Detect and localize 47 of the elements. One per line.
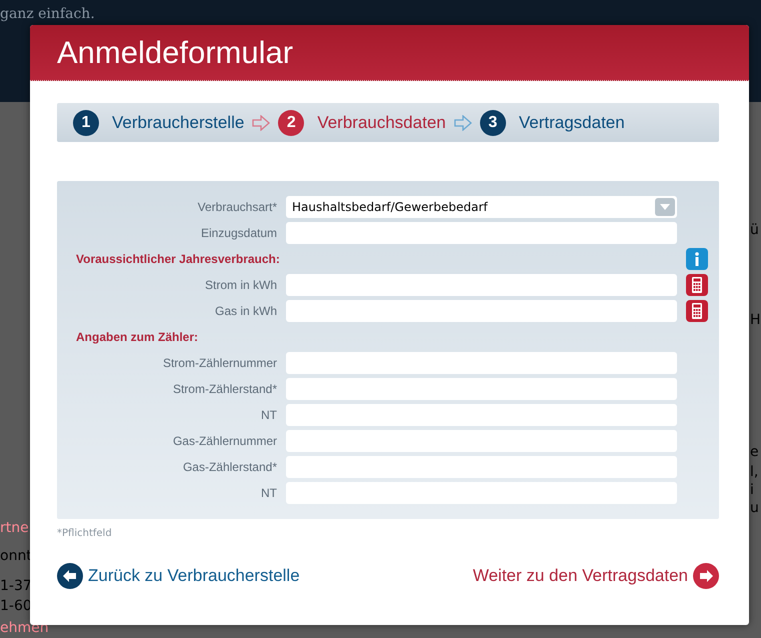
step-arrow-icon [454,114,472,130]
field-label: Einzugsdatum [200,226,277,240]
background-text: rtne [0,520,29,536]
background-text: ehmen [0,620,49,636]
background-text: H [750,312,761,328]
back-link[interactable]: Zurück zu Verbraucherstelle [57,563,300,589]
dropdown-icon [655,198,675,216]
input-field[interactable] [286,274,677,296]
field-label: NT [260,486,277,500]
dialog-title: Anmeldeformular [57,34,294,70]
field-label: Gas-Zählernummer [172,434,277,448]
field-label: Strom in kWh [204,278,277,292]
field-label: Gas-Zählerstand* [182,460,277,474]
section-heading: Voraussichtlicher Jahresverbrauch: [75,252,281,266]
background-text: ü [750,222,759,238]
info-icon[interactable] [686,248,708,270]
input-field[interactable] [286,222,677,244]
background-text: u [750,500,759,516]
background-text: l, [750,464,758,480]
input-field[interactable] [286,404,677,426]
calculator-icon[interactable] [686,274,708,296]
step[interactable]: 2 Verbrauchsdaten [278,110,446,136]
field-label: Verbrauchsart* [196,200,277,214]
calculator-icon[interactable] [686,300,708,322]
input-field[interactable] [286,352,677,374]
input-field[interactable] [286,456,677,478]
required-note: *Pflichtfeld [57,528,113,539]
field-label: NT [260,408,277,422]
field-label: Strom-Zählernummer [162,356,277,370]
select-field[interactable]: Haushaltsbedarf/Gewerbebedarf [286,196,677,218]
next-link[interactable]: Weiter zu den Vertragsdaten [472,563,719,589]
section-heading: Angaben zum Zähler: [75,330,200,344]
background-text: e [750,444,759,460]
background-text: 1-37 [0,578,32,594]
step-arrow-icon [252,114,270,130]
step[interactable]: 3 Vertragsdaten [480,110,625,136]
background-text: 1-60 [0,598,32,614]
step[interactable]: 1 Verbraucherstelle [73,110,244,136]
field-label: Gas in kWh [214,304,277,318]
background-text: onnt [0,548,32,564]
field-label: Strom-Zählerstand* [172,382,277,396]
input-field[interactable] [286,482,677,504]
input-field[interactable] [286,300,677,322]
input-field[interactable] [286,430,677,452]
input-field[interactable] [286,378,677,400]
background-text: i [750,482,754,498]
background-text: ganz einfach. [0,6,95,22]
